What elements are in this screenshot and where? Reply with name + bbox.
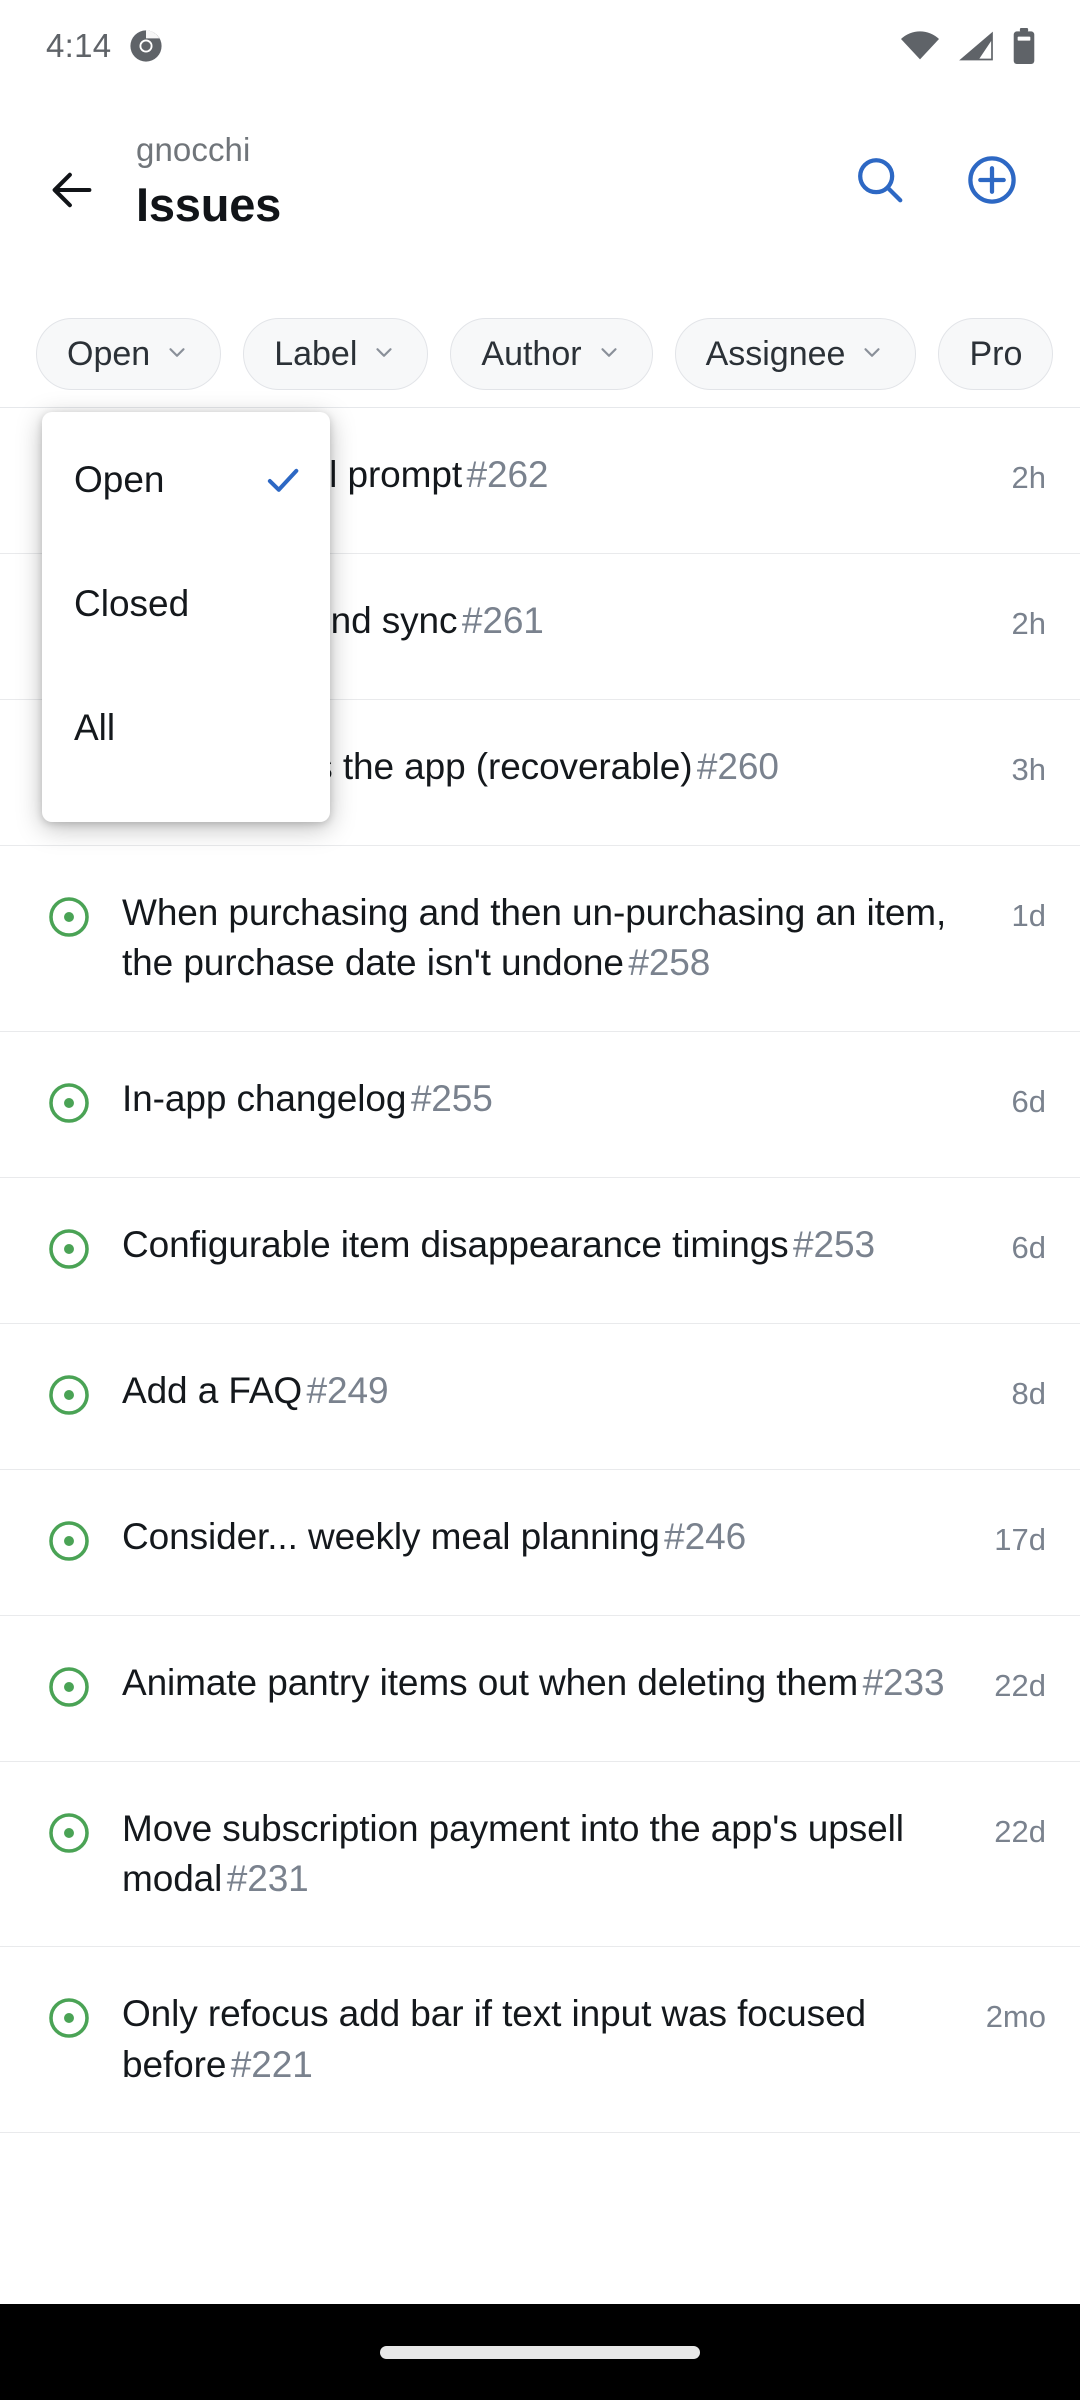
issue-title-block: In-app changelog #255 xyxy=(122,1074,1012,1124)
issue-number: #258 xyxy=(628,942,711,984)
issue-number: #231 xyxy=(226,1857,309,1899)
issue-timestamp: 22d xyxy=(994,1813,1046,1849)
issue-open-icon xyxy=(46,1995,92,2041)
issue-number: #249 xyxy=(306,1369,389,1411)
menu-item-label: All xyxy=(74,707,116,748)
issue-timestamp: 2h xyxy=(1011,460,1046,495)
table-row[interactable]: Only refocus add bar if text input was f… xyxy=(0,1947,1080,2133)
menu-item-label: Open xyxy=(74,459,165,500)
repo-subtitle: gnocchi xyxy=(136,131,251,168)
gesture-pill[interactable] xyxy=(380,2345,700,2359)
android-navigation-bar xyxy=(0,2304,1080,2400)
issue-open-icon xyxy=(46,1810,92,1856)
issue-title: When purchasing and then un-purchasing a… xyxy=(122,892,947,984)
issue-open-icon xyxy=(46,1518,92,1564)
issue-timestamp: 2mo xyxy=(985,1999,1046,2035)
menu-item-label: Closed xyxy=(74,583,190,624)
page-title: Issues xyxy=(136,178,282,232)
table-row[interactable]: Animate pantry items out when deleting t… xyxy=(0,1616,1080,1762)
filter-chip-label: Assignee xyxy=(705,334,846,373)
issue-open-icon xyxy=(46,1664,92,1710)
issue-open-icon xyxy=(46,1372,92,1418)
check-icon xyxy=(262,459,304,501)
table-row[interactable]: Configurable item disappearance timings … xyxy=(0,1178,1080,1324)
state-filter-dropdown[interactable]: Open Closed All xyxy=(42,412,330,822)
filter-chip-bar[interactable]: Open Label Author Assignee Pro xyxy=(0,300,1080,408)
check-icon-placeholder xyxy=(262,583,304,625)
search-button[interactable] xyxy=(842,144,918,220)
issue-title: Animate pantry items out when deleting t… xyxy=(122,1661,859,1703)
app-bar: gnocchi Issues xyxy=(0,92,1080,274)
filter-chip-open[interactable]: Open xyxy=(36,318,222,390)
status-bar: 4:14 xyxy=(0,0,1080,92)
issue-number: #261 xyxy=(461,600,544,641)
issue-number: #253 xyxy=(793,1223,875,1265)
issue-timestamp: 17d xyxy=(994,1521,1046,1557)
issue-open-icon xyxy=(46,894,92,940)
filter-chip-label: Author xyxy=(481,334,582,373)
issue-timestamp: 22d xyxy=(994,1667,1046,1703)
back-arrow-icon xyxy=(46,164,98,221)
back-button[interactable] xyxy=(24,144,120,240)
issue-title-block: Move subscription payment into the app's… xyxy=(122,1804,994,1905)
issue-title-block: Add a FAQ #249 xyxy=(122,1366,1012,1416)
issue-open-icon xyxy=(46,1080,92,1126)
search-icon xyxy=(853,153,907,212)
issue-timestamp: 3h xyxy=(1011,752,1046,787)
filter-chip-author[interactable]: Author xyxy=(450,318,653,390)
chrome-icon xyxy=(129,29,163,63)
menu-item-open[interactable]: Open xyxy=(42,418,330,542)
chevron-down-icon xyxy=(596,339,622,370)
issue-title-block: Configurable item disappearance timings … xyxy=(122,1220,1012,1270)
app-bar-titles: gnocchi Issues xyxy=(136,130,842,234)
issue-number: #262 xyxy=(466,454,549,495)
issue-number: #233 xyxy=(862,1661,945,1703)
issue-number: #246 xyxy=(664,1515,747,1557)
issue-number: #255 xyxy=(410,1077,493,1119)
filter-chip-project[interactable]: Pro xyxy=(938,318,1054,390)
chevron-down-icon xyxy=(859,339,885,370)
battery-icon xyxy=(1012,28,1036,64)
table-row[interactable]: Move subscription payment into the app's… xyxy=(0,1762,1080,1948)
add-issue-button[interactable] xyxy=(954,144,1030,220)
issue-title-block: Only refocus add bar if text input was f… xyxy=(122,1989,986,2090)
issue-title-block: Consider... weekly meal planning #246 xyxy=(122,1512,994,1562)
filter-chip-label[interactable]: Label xyxy=(243,318,429,390)
issue-title: In-app changelog xyxy=(122,1077,407,1119)
issue-timestamp: 6d xyxy=(1011,1229,1046,1265)
chevron-down-icon xyxy=(371,339,397,370)
status-time: 4:14 xyxy=(46,27,112,64)
chevron-down-icon xyxy=(164,339,190,370)
issue-timestamp: 1d xyxy=(1011,898,1046,933)
issue-timestamp: 6d xyxy=(1011,1083,1046,1119)
issue-title: Add a FAQ xyxy=(122,1369,303,1411)
app-bar-actions xyxy=(842,144,1030,220)
phone-screen: 4:14 gnocchi Issues Open Label Author As… xyxy=(0,0,1080,2400)
filter-chip-label: Label xyxy=(274,334,358,373)
issue-number: #260 xyxy=(696,746,779,787)
issue-timestamp: 8d xyxy=(1011,1375,1046,1411)
issue-title-block: Animate pantry items out when deleting t… xyxy=(122,1658,994,1708)
cellular-signal-icon xyxy=(957,30,995,62)
wifi-icon xyxy=(900,30,940,62)
plus-circle-icon xyxy=(965,153,1019,212)
table-row[interactable]: In-app changelog #255 6d xyxy=(0,1032,1080,1178)
filter-chip-label: Open xyxy=(67,334,151,373)
issue-number: #221 xyxy=(230,2043,313,2085)
table-row[interactable]: Add a FAQ #249 8d xyxy=(0,1324,1080,1470)
issue-title: Consider... weekly meal planning xyxy=(122,1515,660,1557)
issue-timestamp: 2h xyxy=(1011,606,1046,641)
menu-item-closed[interactable]: Closed xyxy=(42,542,330,666)
table-row[interactable]: When purchasing and then un-purchasing a… xyxy=(0,846,1080,1032)
check-icon-placeholder xyxy=(262,707,304,749)
issue-open-icon xyxy=(46,1226,92,1272)
menu-item-all[interactable]: All xyxy=(42,666,330,790)
status-bar-right xyxy=(900,28,1036,64)
status-bar-left: 4:14 xyxy=(46,27,163,65)
issue-title: Configurable item disappearance timings xyxy=(122,1223,789,1265)
table-row[interactable]: Consider... weekly meal planning #246 17… xyxy=(0,1470,1080,1616)
filter-chip-assignee[interactable]: Assignee xyxy=(674,318,917,390)
issue-title-block: When purchasing and then un-purchasing a… xyxy=(122,888,1012,989)
filter-chip-label: Pro xyxy=(969,334,1023,373)
